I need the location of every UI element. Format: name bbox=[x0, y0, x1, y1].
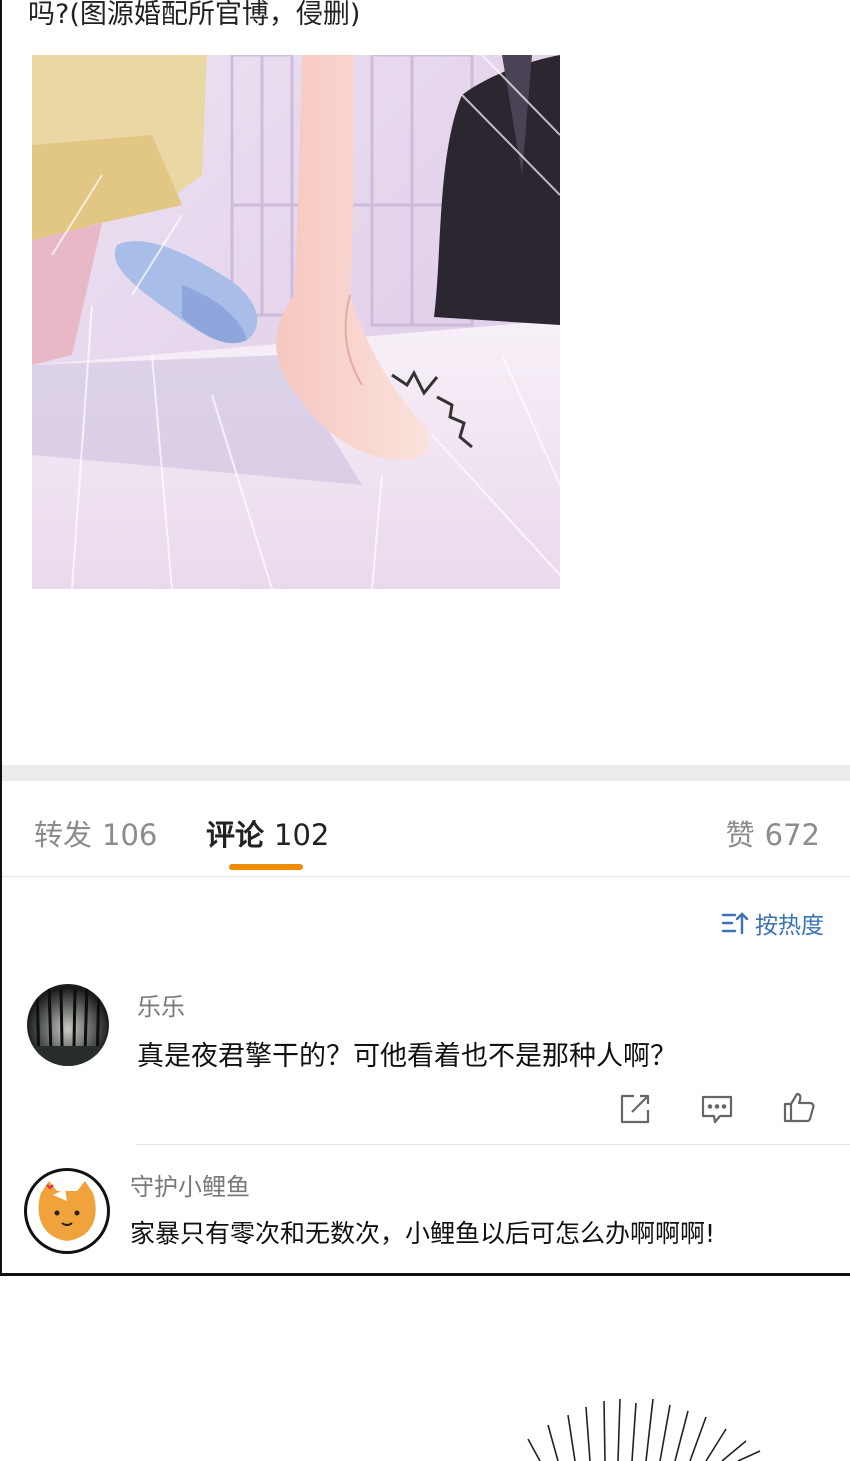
tab-comments-count: 102 bbox=[274, 818, 330, 852]
post-caption: 吗?(图源婚配所官博，侵删) bbox=[28, 0, 361, 30]
orange-cat-avatar bbox=[38, 1181, 96, 1241]
dark-forest-avatar bbox=[27, 984, 109, 1066]
tab-likes[interactable]: 赞 672 bbox=[726, 812, 820, 854]
like-icon[interactable] bbox=[782, 1090, 816, 1124]
comment-icon[interactable] bbox=[700, 1092, 734, 1126]
comment-username[interactable]: 乐乐 bbox=[137, 987, 185, 1022]
sort-icon bbox=[721, 912, 749, 935]
comment-divider bbox=[136, 1144, 850, 1145]
next-panel-burst bbox=[527, 1398, 761, 1461]
comment-text: 家暴只有零次和无数次，小鲤鱼以后可怎么办啊啊啊! bbox=[130, 1219, 716, 1248]
comment-text: 真是夜君擎干的？可他看着也不是那种人啊？ bbox=[137, 1041, 677, 1072]
active-tab-indicator bbox=[229, 864, 303, 870]
tab-repost[interactable]: 转发 106 bbox=[34, 812, 157, 854]
avatar[interactable] bbox=[27, 984, 109, 1066]
comment-username[interactable]: 守护小鲤鱼 bbox=[130, 1167, 250, 1202]
tab-comments-label: 评论 bbox=[206, 818, 265, 852]
interaction-tabbar: 转发 106 评论 102 赞 672 bbox=[2, 782, 850, 877]
tab-repost-count: 106 bbox=[102, 818, 158, 852]
tab-likes-count: 672 bbox=[764, 818, 820, 852]
section-divider bbox=[2, 765, 850, 781]
tab-comments[interactable]: 评论 102 bbox=[206, 812, 329, 854]
avatar[interactable] bbox=[24, 1168, 110, 1254]
sort-label: 按热度 bbox=[755, 913, 824, 939]
tab-repost-label: 转发 bbox=[34, 818, 93, 852]
share-icon[interactable] bbox=[618, 1092, 652, 1126]
sort-by-hot-button[interactable]: 按热度 bbox=[721, 906, 824, 940]
post-image[interactable] bbox=[32, 55, 560, 589]
tab-likes-label: 赞 bbox=[725, 818, 755, 852]
